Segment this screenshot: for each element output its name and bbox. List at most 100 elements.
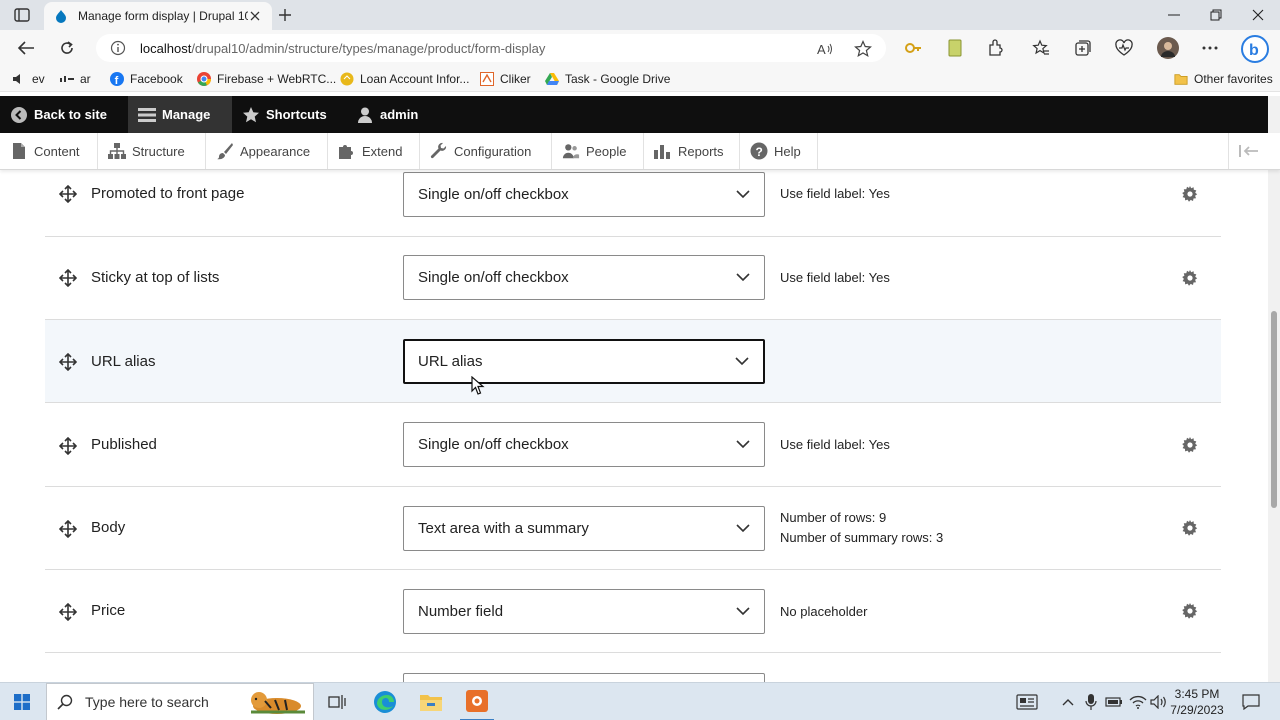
widget-select[interactable]: Single on/off checkbox [403,172,765,217]
favorite-item[interactable]: ev [12,70,45,88]
facebook-icon: f [110,72,124,86]
favorite-item[interactable]: Firebase + WebRTC... [197,70,336,88]
drag-handle-icon[interactable] [58,352,78,372]
key-extension-icon[interactable] [903,38,923,58]
gear-icon[interactable] [1181,269,1199,287]
tab-actions-icon[interactable] [12,6,32,24]
close-window-icon[interactable] [1236,0,1280,30]
svg-text:A: A [817,42,826,57]
drag-handle-icon[interactable] [58,436,78,456]
user-tab[interactable]: admin [346,96,428,133]
manage-tab[interactable]: Manage [128,96,232,133]
taskbar-clock[interactable]: 3:45 PM 7/29/2023 [1166,686,1228,718]
gear-icon[interactable] [1181,602,1199,620]
close-tab-icon[interactable] [248,9,262,23]
tray-label: Reports [678,143,724,159]
field-label: Body [91,519,126,536]
tray-item-help[interactable]: ? Help [740,133,818,169]
minimize-icon[interactable] [1152,0,1196,30]
tray-item-configuration[interactable]: Configuration [420,133,552,169]
favorite-label: Facebook [130,72,183,86]
gear-icon[interactable] [1181,185,1199,203]
edge-browser-icon[interactable] [368,683,402,720]
back-to-site-link[interactable]: Back to site [0,96,117,133]
favorite-item[interactable]: f Facebook [110,70,183,88]
table-row [45,654,1221,682]
bar-chart-icon [654,142,672,160]
tray-item-structure[interactable]: Structure [98,133,206,169]
favorite-item[interactable]: Cliker [480,70,531,88]
drag-handle-icon[interactable] [58,268,78,288]
puzzle-icon [338,142,356,160]
drag-handle-icon[interactable] [58,519,78,539]
favorites-icon[interactable] [1031,38,1051,58]
site-info-icon[interactable] [110,40,126,56]
bing-chat-icon[interactable]: b [1240,34,1270,64]
new-tab-icon[interactable] [276,6,294,24]
collapse-tray-icon[interactable] [1228,133,1268,169]
collections-icon[interactable] [1073,38,1093,58]
tray-item-content[interactable]: Content [0,133,98,169]
favorite-item[interactable]: Task - Google Drive [545,70,670,88]
task-view-icon[interactable] [322,683,352,720]
tray-label: People [586,143,627,159]
document-icon [10,142,28,160]
widget-select[interactable]: Single on/off checkbox [403,422,765,467]
browser-tab-active[interactable]: Manage form display | Drupal 10 [44,2,272,30]
other-favorites[interactable]: Other favorites [1174,70,1273,88]
favorite-item[interactable]: Loan Account Infor... [340,70,469,88]
other-favorites-label: Other favorites [1194,72,1273,86]
page-scrollbar[interactable] [1268,96,1280,682]
favorite-label: Loan Account Infor... [360,72,470,86]
favorite-label: Task - Google Drive [565,72,671,86]
tray-item-reports[interactable]: Reports [644,133,740,169]
microphone-icon[interactable] [1081,683,1101,720]
widget-select[interactable] [403,673,765,682]
widget-select-value: Number field [418,603,504,620]
widget-select[interactable]: Number field [403,589,765,634]
drag-handle-icon[interactable] [58,602,78,622]
favorite-item[interactable]: ar [60,70,91,88]
battery-icon[interactable] [1103,683,1125,720]
taskbar-search-input[interactable]: Type here to search [46,683,314,720]
profile-avatar-icon[interactable] [1157,37,1179,59]
wifi-icon[interactable] [1127,683,1149,720]
admin-toolbar: Back to site Manage Shortcuts admin [0,96,1280,133]
windows-start-icon[interactable] [0,683,44,720]
widget-select[interactable]: URL alias [403,339,765,384]
news-widget-icon[interactable] [1012,683,1042,720]
file-explorer-icon[interactable] [414,683,448,720]
widget-summary: Use field label: Yes [780,435,890,455]
clock-date: 7/29/2023 [1170,703,1224,717]
favorite-star-icon[interactable] [854,40,872,58]
restore-icon[interactable] [1194,0,1238,30]
performance-icon[interactable] [1114,38,1134,58]
drag-handle-icon[interactable] [58,184,78,204]
app-window-icon[interactable] [460,683,494,720]
more-options-icon[interactable] [1200,38,1220,58]
back-arrow-icon[interactable] [16,38,36,58]
tray-label: Content [34,143,80,159]
extensions-icon[interactable] [986,38,1006,58]
notes-extension-icon[interactable] [945,38,965,58]
scrollbar-thumb[interactable] [1271,311,1277,508]
read-aloud-icon[interactable]: A [816,40,834,58]
url-input[interactable]: localhost/drupal10/admin/structure/types… [96,34,886,62]
widget-select[interactable]: Text area with a summary [403,506,765,551]
widget-select[interactable]: Single on/off checkbox [403,255,765,300]
browser-tab-strip: Manage form display | Drupal 10 [0,0,1280,30]
notifications-icon[interactable] [1236,683,1266,720]
tray-item-appearance[interactable]: Appearance [206,133,328,169]
chevron-down-icon [736,606,750,618]
gear-icon[interactable] [1181,436,1199,454]
tray-item-people[interactable]: People [552,133,644,169]
tray-item-extend[interactable]: Extend [328,133,420,169]
shortcuts-label: Shortcuts [266,107,327,122]
gear-icon[interactable] [1181,519,1199,537]
refresh-icon[interactable] [57,38,77,58]
url-path: /drupal10/admin/structure/types/manage/p… [191,40,546,56]
widget-summary: Number of rows: 9 Number of summary rows… [780,508,943,548]
shortcuts-tab[interactable]: Shortcuts [232,96,337,133]
field-label: Sticky at top of lists [91,269,220,286]
chevron-up-icon[interactable] [1058,683,1078,720]
